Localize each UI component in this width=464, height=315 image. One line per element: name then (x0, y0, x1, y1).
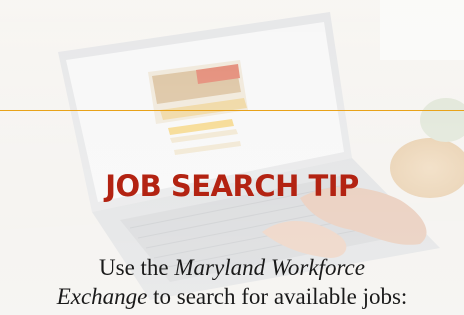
slide: JOB SEARCH TIP Use the Maryland Workforc… (0, 0, 464, 315)
body-line-2-italic: Exchange (56, 284, 148, 309)
body-line-2-suffix: to search for available jobs: (147, 284, 408, 309)
slide-body: Use the Maryland Workforce Exchange to s… (0, 253, 464, 311)
body-line-1-italic: Maryland Workforce (174, 255, 365, 280)
horizontal-rule (0, 110, 464, 111)
body-line-1-prefix: Use the (99, 255, 175, 280)
body-line-2: Exchange to search for available jobs: (0, 282, 464, 311)
body-line-1: Use the Maryland Workforce (0, 253, 464, 282)
slide-title: JOB SEARCH TIP (105, 169, 359, 203)
